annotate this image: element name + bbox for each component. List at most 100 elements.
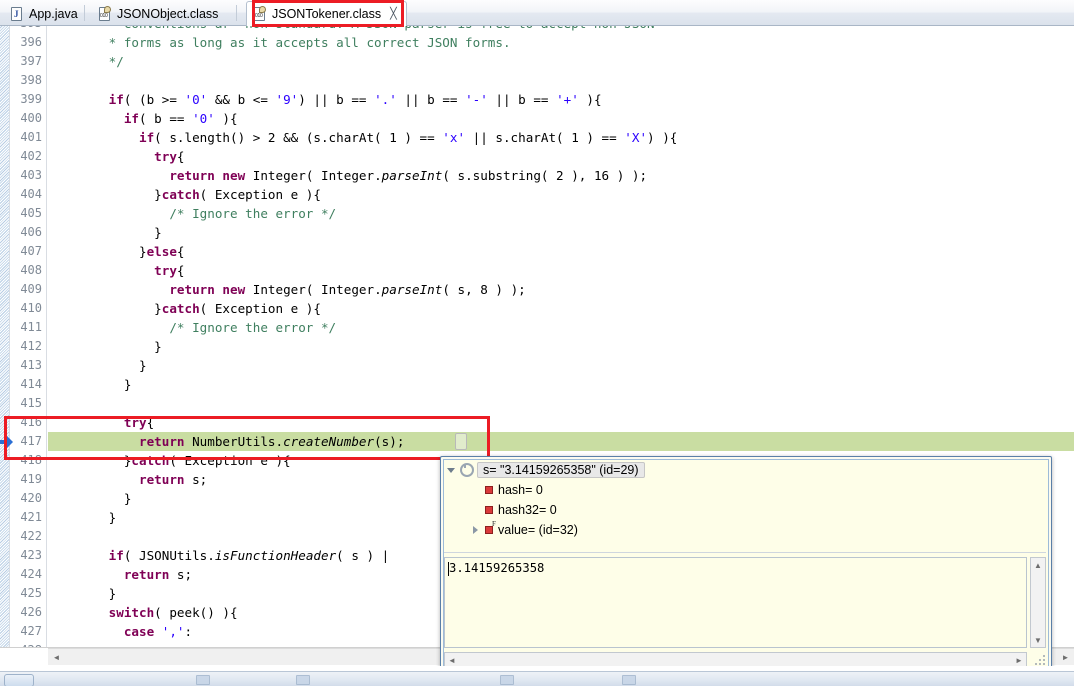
line-number: 410 xyxy=(20,299,42,318)
tab-jsonobject-class[interactable]: 010 JSONObject.class xyxy=(92,2,227,26)
line-number: 399 xyxy=(20,90,42,109)
line-number: 416 xyxy=(20,413,42,432)
taskbar-item[interactable] xyxy=(196,675,210,685)
taskbar-item[interactable] xyxy=(296,675,310,685)
tab-divider xyxy=(236,5,237,21)
tab-label: JSONObject.class xyxy=(117,7,218,21)
variable-detail-value: 3.14159265358 xyxy=(449,561,544,575)
variable-label: s= "3.14159265358" (id=29) xyxy=(477,462,645,478)
object-variable-icon xyxy=(460,463,474,477)
os-taskbar[interactable] xyxy=(0,671,1074,686)
line-number: 406 xyxy=(20,223,42,242)
code-line[interactable]: return new Integer( Integer.parseInt( s.… xyxy=(48,166,647,185)
code-line[interactable]: } xyxy=(48,356,147,375)
line-number: 411 xyxy=(20,318,42,337)
line-number: 401 xyxy=(20,128,42,147)
hovered-variable-token[interactable] xyxy=(455,433,467,450)
code-line[interactable]: switch( peek() ){ xyxy=(48,603,238,622)
java-source-file-icon: J xyxy=(11,7,24,22)
line-number: 427 xyxy=(20,622,42,641)
scroll-right-arrow-icon[interactable]: ► xyxy=(1012,653,1026,667)
line-number-gutter[interactable]: 395396397398399400401402403404405406407 4… xyxy=(11,26,47,648)
tab-label: App.java xyxy=(29,7,78,21)
code-line[interactable]: try{ xyxy=(48,147,185,166)
line-number: 419 xyxy=(20,470,42,489)
code-line-current[interactable]: return NumberUtils.createNumber(s); xyxy=(48,432,1074,451)
code-line[interactable]: }catch( Exception e ){ xyxy=(48,299,321,318)
taskbar-item[interactable] xyxy=(500,675,514,685)
code-line[interactable]: }else{ xyxy=(48,242,185,261)
line-number: 400 xyxy=(20,109,42,128)
code-line[interactable]: if( JSONUtils.isFunctionHeader( s ) | xyxy=(48,546,389,565)
scroll-left-arrow-icon[interactable]: ◄ xyxy=(48,649,65,665)
variable-tree-row[interactable]: hash32= 0 xyxy=(468,500,557,520)
code-line[interactable]: if( (b >= '0' && b <= '9') || b == '.' |… xyxy=(48,90,602,109)
code-line[interactable]: /* Ignore the error */ xyxy=(48,318,336,337)
taskbar-item[interactable] xyxy=(622,675,636,685)
variable-label: hash= 0 xyxy=(498,483,543,497)
code-line[interactable]: } xyxy=(48,489,131,508)
code-line[interactable]: } xyxy=(48,337,162,356)
code-line[interactable]: * forms as long as it accepts all correc… xyxy=(48,33,511,52)
line-number: 407 xyxy=(20,242,42,261)
line-number: 414 xyxy=(20,375,42,394)
line-number: 421 xyxy=(20,508,42,527)
line-number: 405 xyxy=(20,204,42,223)
line-number: 397 xyxy=(20,52,42,71)
line-number: 424 xyxy=(20,565,42,584)
code-line[interactable]: } xyxy=(48,375,131,394)
line-number: 418 xyxy=(20,451,42,470)
scroll-up-arrow-icon[interactable]: ▲ xyxy=(1031,558,1045,572)
code-line[interactable]: } xyxy=(48,584,116,603)
line-number: 413 xyxy=(20,356,42,375)
line-number: 395 xyxy=(20,26,42,33)
code-line[interactable]: } xyxy=(48,223,162,242)
tab-app-java[interactable]: J App.java xyxy=(4,2,87,26)
code-line[interactable]: try{ xyxy=(48,413,154,432)
code-line[interactable]: */ xyxy=(48,52,124,71)
line-number: 422 xyxy=(20,527,42,546)
line-number: 404 xyxy=(20,185,42,204)
code-line[interactable]: * conventions ar non-standard. A JSON pa… xyxy=(48,26,655,33)
detail-vertical-scrollbar[interactable]: ▲ ▼ xyxy=(1030,557,1046,648)
java-class-file-icon: 010 xyxy=(99,7,112,22)
tab-jsontokener-class[interactable]: 010 JSONTokener.class ╳ xyxy=(246,1,407,27)
java-class-file-icon: 010 xyxy=(254,7,267,22)
code-line[interactable]: }catch( Exception e ){ xyxy=(48,451,291,470)
code-line[interactable]: }catch( Exception e ){ xyxy=(48,185,321,204)
line-number: 403 xyxy=(20,166,42,185)
debug-variable-inspect-popup[interactable]: s= "3.14159265358" (id=29) hash= 0 hash32=… xyxy=(440,456,1052,673)
code-line[interactable]: case ',': xyxy=(48,622,192,641)
line-number: 396 xyxy=(20,33,42,52)
variable-tree[interactable]: s= "3.14159265358" (id=29) hash= 0 hash32=… xyxy=(444,460,1044,550)
code-line[interactable]: /* Ignore the error */ xyxy=(48,204,336,223)
variable-tree-row[interactable]: hash= 0 xyxy=(468,480,543,500)
code-line[interactable]: if( b == '0' ){ xyxy=(48,109,238,128)
tree-expanded-icon[interactable] xyxy=(444,460,458,480)
scroll-left-arrow-icon[interactable]: ◄ xyxy=(445,653,459,667)
scroll-down-arrow-icon[interactable]: ▼ xyxy=(1031,633,1045,647)
tree-leaf-spacer xyxy=(468,500,482,520)
line-number: 398 xyxy=(20,71,42,90)
changed-lines-ruler xyxy=(0,26,10,648)
line-number: 402 xyxy=(20,147,42,166)
code-line[interactable]: return s; xyxy=(48,565,192,584)
final-field-variable-icon xyxy=(485,526,493,534)
scroll-right-arrow-icon[interactable]: ► xyxy=(1057,649,1074,665)
variable-tree-row[interactable]: value= (id=32) xyxy=(468,520,578,540)
popup-pane-divider[interactable] xyxy=(444,552,1046,556)
line-number: 425 xyxy=(20,584,42,603)
line-number: 417 xyxy=(20,432,42,451)
code-line[interactable]: return s; xyxy=(48,470,207,489)
code-line[interactable]: } xyxy=(48,508,116,527)
variable-detail-pane[interactable]: 3.14159265358 xyxy=(444,557,1027,648)
tree-collapsed-icon[interactable] xyxy=(468,520,482,540)
code-line[interactable]: try{ xyxy=(48,261,185,280)
editor-tab-bar: J App.java 010 JSONObject.class 010 JSON… xyxy=(0,0,1074,26)
code-line[interactable]: return new Integer( Integer.parseInt( s,… xyxy=(48,280,526,299)
start-button[interactable] xyxy=(4,674,34,686)
variable-tree-row[interactable]: s= "3.14159265358" (id=29) xyxy=(444,460,645,480)
code-line[interactable]: if( s.length() > 2 && (s.charAt( 1 ) == … xyxy=(48,128,677,147)
close-icon[interactable]: ╳ xyxy=(390,9,397,20)
field-variable-icon xyxy=(485,486,493,494)
